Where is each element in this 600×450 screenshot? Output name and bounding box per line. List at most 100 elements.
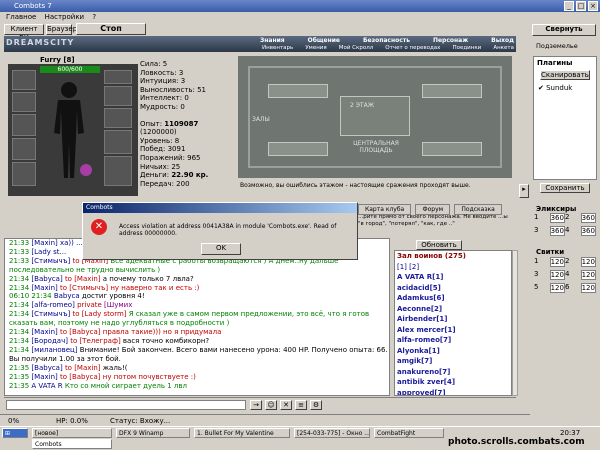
collapse-button[interactable]: Свернуть [532,24,596,36]
refresh-button[interactable]: Обновить [416,240,462,250]
tray-new[interactable]: [новое] [32,428,112,438]
client-bk-button[interactable]: Клиент БК [4,24,44,42]
settings-icon[interactable]: ⚙ [310,400,322,410]
chat-nick[interactable]: [Maxin] [31,239,57,247]
chat-nick[interactable]: [Maxin] [31,373,57,381]
player-item[interactable]: A VATA R[1] [397,272,511,283]
player-item[interactable]: alfa-romeo[7] [397,335,511,346]
equip-slot[interactable] [12,138,36,160]
chat-nick[interactable]: [Стимычъ] [31,310,70,318]
equip-slot[interactable] [104,108,132,128]
scan-button[interactable]: Сканировать [540,70,590,80]
chat-text: вася точно комбикорн? [122,336,210,345]
chat-nick[interactable]: [alfa-romeo] [31,301,74,309]
slot-value[interactable]: 120 [549,257,565,267]
chat-nick[interactable]: [Maxin] [31,328,57,336]
start-button[interactable]: ⊞ [2,428,28,438]
chat-nick[interactable]: Babyca [54,292,80,300]
error-dialog: Combots ✕ Access violation at address 00… [82,202,358,260]
menu-main[interactable]: Главное [6,13,36,21]
nav-transfers[interactable]: Отчет о переводах [385,45,440,51]
smile-icon[interactable]: ☺ [265,400,277,410]
equip-slot[interactable] [104,130,132,154]
menu-help[interactable]: ? [92,13,96,21]
slot-value[interactable]: 360 [580,226,596,236]
slot-value[interactable]: 120 [580,270,596,280]
equip-slot[interactable] [12,114,36,136]
chat-log[interactable]: 21:33 [Maxin] ха)) ... 21:33 [Lady st...… [4,238,390,396]
character-name[interactable]: Furry [40,56,61,64]
close-button[interactable]: × [588,1,598,11]
minimize-button[interactable]: _ [564,1,574,11]
player-item[interactable]: acidacid[5] [397,283,511,294]
nav-communication[interactable]: Общение [308,37,340,44]
task-music[interactable]: 1. Bullet For My Valentine [194,428,290,438]
clear-icon[interactable]: ✕ [280,400,292,410]
equip-slot[interactable] [12,162,36,186]
player-item[interactable]: antibik zver[4] [397,377,511,388]
player-item[interactable]: Adamkus[6] [397,293,511,304]
chat-time: 06:10 21:34 [9,292,52,301]
slot-value[interactable]: 360 [580,213,596,223]
chat-nick[interactable]: [Бородач] [31,337,68,345]
chat-nick[interactable]: [милановец] [31,346,77,354]
equip-slot[interactable] [104,70,132,84]
menu-settings[interactable]: Настройки [45,13,85,21]
chat-nick[interactable]: [Maxin] [31,284,57,292]
slot-number: 3 [534,226,539,234]
page-links: [1] [2] [397,262,511,273]
nav-myscroll[interactable]: Мой Скролл [339,45,373,51]
nav-security[interactable]: Безопасность [363,37,410,44]
slot-value[interactable]: 120 [580,257,596,267]
page-link[interactable]: [2] [409,263,419,271]
task-combatfight[interactable]: CombatFight [374,428,444,438]
player-item[interactable]: Alyonka[1] [397,346,511,357]
equip-slot[interactable] [104,156,132,186]
task-icq[interactable]: [254-033-775] - Окно ... [294,428,370,438]
equip-slot[interactable] [12,92,36,112]
zoom-value: 0% [8,417,20,425]
chat-nick[interactable]: [Стимычъ] [31,257,70,265]
slot-value[interactable]: 120 [549,270,565,280]
nav-inventory[interactable]: Инвентарь [262,45,293,51]
player-item[interactable]: Aeconne[2] [397,304,511,315]
task-winamp[interactable]: DFX 9 Winamp [116,428,190,438]
nav-character[interactable]: Персонаж [433,37,468,44]
maximize-button[interactable]: □ [576,1,586,11]
equip-slot[interactable] [12,70,36,90]
player-item[interactable]: Airbender[1] [397,314,511,325]
plugin-item[interactable]: ✔ Sunduk [534,81,596,95]
players-scrollbar[interactable] [512,250,518,396]
browser-button[interactable]: Браузер [46,24,77,35]
page-link[interactable]: [1] [397,263,407,271]
ok-button[interactable]: OK [201,243,241,255]
club-map[interactable]: 2 ЭТАЖ ЗАЛЫ ЦЕНТРАЛЬНАЯ ПЛОЩАДЬ [238,56,512,178]
players-list[interactable]: Зал воинов (275) [1] [2] A VATA R[1] acid… [394,250,512,396]
chat-input[interactable] [6,400,246,410]
chat-nick[interactable]: [Babyca] [31,275,62,283]
player-item[interactable]: Alex mercer[1] [397,325,511,336]
tray-combots[interactable]: Combots [32,439,112,449]
nav-skills[interactable]: Умения [305,45,326,51]
slot-value[interactable]: 360 [549,226,565,236]
send-icon[interactable]: → [250,400,262,410]
slot-value[interactable]: 120 [580,283,596,293]
nav-profile[interactable]: Анкета [493,45,514,51]
slot-value[interactable]: 120 [549,283,565,293]
expand-arrow-button[interactable]: ▸ [519,184,529,198]
chat-nick[interactable]: [Lady st... [31,248,66,256]
player-item[interactable]: amgik[7] [397,356,511,367]
chat-nick[interactable]: [Babyca] [31,364,62,372]
save-button[interactable]: Сохранить [540,183,590,193]
equip-slot[interactable] [104,86,132,106]
slot-value[interactable]: 360 [549,213,565,223]
nav-fights[interactable]: Поединки [452,45,481,51]
chat-nick[interactable]: A VATA R [31,382,62,390]
info-transfers: Передач: 200 [140,179,190,188]
player-item[interactable]: approved[7] [397,388,511,396]
nav-exit[interactable]: Выход [491,37,514,44]
stop-button[interactable]: Стоп [76,23,146,35]
filter-icon[interactable]: ≡ [295,400,307,410]
player-item[interactable]: anakureno[7] [397,367,511,378]
nav-knowledge[interactable]: Знания [260,37,285,44]
